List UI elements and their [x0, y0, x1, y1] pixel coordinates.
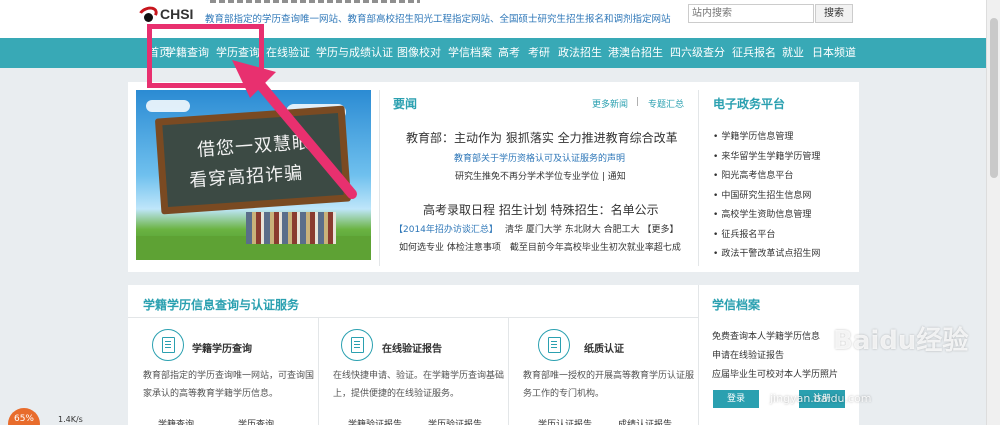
gov-link[interactable]: 中国研究生招生信息网	[713, 187, 820, 207]
nav-degree-score-cert[interactable]: 学历与成绩认证	[316, 38, 393, 68]
headline-1[interactable]: 教育部：主动作为 狠抓落实 全力推进教育综合改革	[406, 129, 678, 146]
news-link-statement[interactable]: 教育部关于学历资格认可及认证服务的声明	[454, 151, 625, 164]
column-divider	[379, 90, 380, 266]
nav-law-enroll[interactable]: 政法招生	[558, 38, 602, 68]
more-news-link[interactable]: 更多新闻	[592, 97, 628, 110]
topics-link[interactable]: 专题汇总	[648, 97, 684, 110]
news-panel: 借您一双慧眼 看穿高招诈骗 要闻 更多新闻 | 专题汇总 教育部：主动作为 狠抓…	[128, 82, 859, 272]
column-divider	[318, 317, 319, 425]
network-speed-widget[interactable]: 65%	[8, 408, 40, 425]
gov-platform-list: 学籍学历信息管理 来华留学生学籍学历管理 阳光高考信息平台 中国研究生招生信息网…	[713, 128, 820, 265]
books-stack	[246, 212, 336, 244]
annotation-highlight-box	[147, 24, 264, 88]
archive-line: 免费查询本人学籍学历信息	[712, 332, 821, 342]
nav-online-verify[interactable]: 在线验证	[266, 38, 310, 68]
gov-platform-title: 电子政务平台	[713, 97, 786, 111]
speed-percent: 65%	[13, 414, 34, 424]
speed-readout: 1.4K/s	[58, 415, 83, 424]
gov-link[interactable]: 高校学生资助信息管理	[713, 206, 820, 226]
service-link[interactable]: 成绩认证报告	[618, 417, 672, 425]
service-name-paper-cert[interactable]: 纸质认证	[584, 340, 624, 355]
gov-link[interactable]: 征兵报名平台	[713, 226, 820, 246]
nav-image-check[interactable]: 图像校对	[397, 38, 441, 68]
chalkboard-surface	[162, 112, 344, 208]
archive-line: 应届毕业生可校对本人学历照片	[712, 370, 839, 380]
cloud-shape	[146, 100, 190, 112]
headline-2[interactable]: 高考录取日程 招生计划 特殊招生：名单公示	[423, 201, 659, 218]
service-link[interactable]: 学历认证报告	[538, 417, 592, 425]
nav-kaoyan[interactable]: 考研	[528, 38, 550, 68]
site-tagline: 教育部指定的学历查询唯一网站、教育部高校招生阳光工程指定网站、全国硕士研究生招生…	[205, 14, 671, 25]
service-name-degree-query[interactable]: 学籍学历查询	[192, 340, 252, 355]
service-link[interactable]: 学籍验证报告	[348, 417, 402, 425]
services-divider	[128, 317, 698, 318]
login-button[interactable]: 登录	[713, 390, 759, 408]
service-desc-degree-query: 教育部指定的学历查询唯一网站，可查询国家承认的高等教育学籍学历信息。	[143, 371, 315, 399]
page-scrollbar[interactable]	[986, 0, 1000, 425]
service-desc-paper-cert: 教育部唯一授权的开展高等教育学历认证服务工作的专门机构。	[523, 371, 695, 399]
nav-hk-macau-tw[interactable]: 港澳台招生	[608, 38, 663, 68]
search-input[interactable]	[688, 4, 814, 23]
news-link-universities[interactable]: 清华 厦门大学 东北财大 合肥工大 【更多】	[505, 222, 678, 235]
nav-japan[interactable]: 日本频道	[812, 38, 856, 68]
chalkboard: 借您一双慧眼 看穿高招诈骗	[154, 105, 352, 215]
degree-query-icon	[152, 329, 184, 361]
column-divider	[508, 317, 509, 425]
search-button[interactable]: 搜索	[815, 4, 853, 23]
banner-image[interactable]: 借您一双慧眼 看穿高招诈骗	[136, 90, 371, 260]
services-title: 学籍学历信息查询与认证服务	[143, 298, 300, 312]
online-report-icon	[341, 329, 373, 361]
scrollbar-thumb[interactable]	[990, 18, 998, 178]
news-link-separator: |	[636, 97, 640, 107]
nav-employment[interactable]: 就业	[782, 38, 804, 68]
news-link-interviews[interactable]: 【2014年招办访谈汇总】	[394, 222, 498, 235]
watermark-brand: Baidu经验	[833, 326, 969, 356]
header-top-strip	[210, 0, 420, 3]
archive-line: 申请在线验证报告	[712, 351, 785, 361]
service-name-online-report[interactable]: 在线验证报告	[382, 340, 442, 355]
news-title: 要闻	[393, 97, 418, 111]
nav-cet-score[interactable]: 四六级查分	[670, 38, 725, 68]
gov-link[interactable]: 来华留学生学籍学历管理	[713, 148, 820, 168]
paper-cert-icon	[538, 329, 570, 361]
nav-archive[interactable]: 学信档案	[448, 38, 492, 68]
column-divider	[698, 285, 699, 425]
service-link[interactable]: 学籍查询	[158, 417, 194, 425]
nav-gaokao[interactable]: 高考	[498, 38, 520, 68]
gov-link[interactable]: 政法干警改革试点招生网	[713, 245, 820, 265]
news-link-majors[interactable]: 如何选专业 体检注意事项 截至目前今年高校毕业生初次就业率超七成	[399, 240, 681, 253]
nav-enlist[interactable]: 征兵报名	[732, 38, 776, 68]
gov-link[interactable]: 阳光高考信息平台	[713, 167, 820, 187]
logo-dot-icon	[144, 13, 153, 22]
column-divider	[698, 90, 699, 266]
service-link[interactable]: 学历验证报告	[428, 417, 482, 425]
service-desc-online-report: 在线快捷申请、验证。在学籍学历查询基础上，提供便捷的在线验证服务。	[333, 371, 505, 399]
service-link[interactable]: 学历查询	[238, 417, 274, 425]
logo-text: CHSI	[160, 6, 194, 22]
archive-title: 学信档案	[712, 298, 761, 312]
news-link-postgrad[interactable]: 研究生推免不再分学术学位专业学位 | 通知	[455, 169, 626, 182]
gov-link[interactable]: 学籍学历信息管理	[713, 128, 820, 148]
watermark-url: jingyan.baidu.com	[770, 392, 872, 405]
